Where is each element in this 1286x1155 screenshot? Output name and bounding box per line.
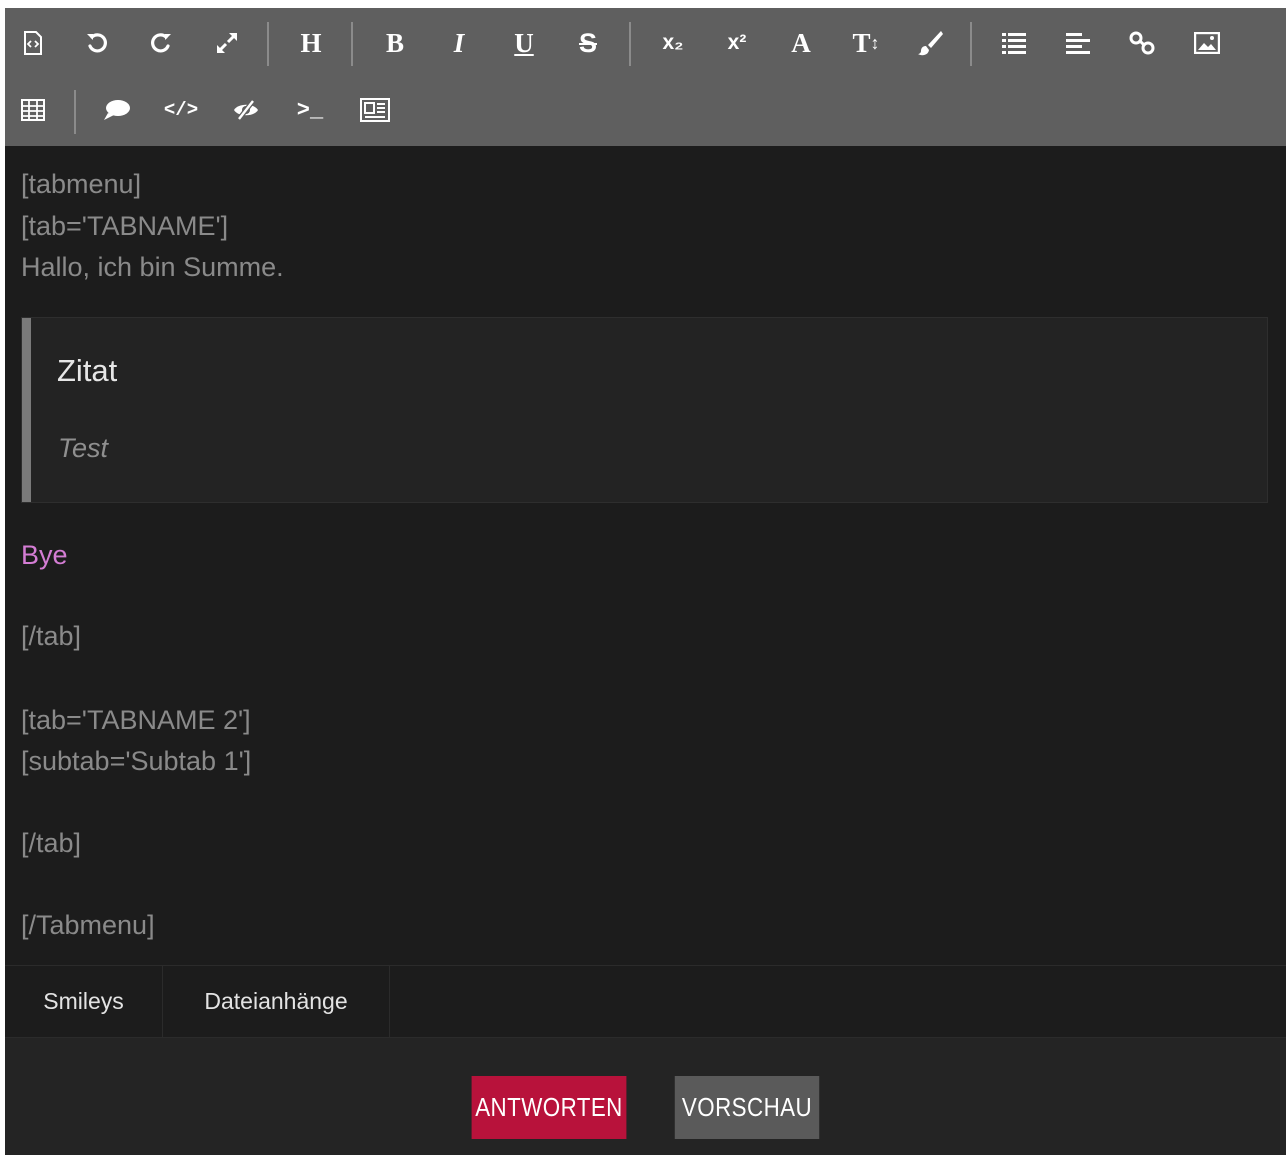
preview-button[interactable]: VORSCHAU [674, 1076, 820, 1139]
superscript-icon[interactable]: x² [717, 23, 757, 63]
image-icon[interactable] [1187, 23, 1227, 63]
align-icon[interactable] [1058, 23, 1098, 63]
content-line: [subtab='Subtab 1'] [21, 746, 252, 776]
content-line-bye: Bye [21, 540, 68, 570]
undo-icon[interactable] [77, 23, 117, 63]
subscript-icon[interactable]: x₂ [653, 23, 693, 63]
editor-content[interactable]: [tabmenu] [tab='TABNAME'] Hallo, ich bin… [5, 146, 1286, 965]
form-actions: ANTWORTEN VORSCHAU [5, 1038, 1286, 1155]
link-icon[interactable] [1122, 23, 1162, 63]
reply-button[interactable]: ANTWORTEN [471, 1076, 627, 1139]
strikethrough-icon[interactable]: S [568, 23, 608, 63]
editor-toolbar: H B I U S x₂ x² A T ↕ </> >_ [5, 8, 1286, 146]
table-icon[interactable] [13, 90, 53, 130]
toolbar-separator [970, 22, 972, 66]
heading-icon[interactable]: H [291, 23, 331, 63]
color-brush-icon[interactable] [910, 23, 950, 63]
content-line: [/Tabmenu] [21, 910, 155, 940]
toolbar-separator [629, 22, 631, 66]
quote-bubble-icon[interactable] [97, 90, 137, 130]
editor-tabs: Smileys Dateianhänge [5, 965, 1286, 1038]
content-line: [/tab] [21, 621, 82, 651]
spoiler-icon[interactable] [226, 90, 266, 130]
blockquote-title: Zitat [57, 353, 118, 388]
blockquote: Zitat Test [21, 317, 1268, 503]
underline-icon[interactable]: U [504, 23, 544, 63]
source-code-icon[interactable] [13, 23, 53, 63]
code-icon[interactable]: </> [161, 90, 201, 130]
editor: H B I U S x₂ x² A T ↕ </> >_ [tabmenu] [… [5, 8, 1286, 1155]
tab-smileys[interactable]: Smileys [5, 966, 163, 1037]
content-line: [/tab] [21, 828, 82, 858]
italic-icon[interactable]: I [439, 23, 479, 63]
fullscreen-icon[interactable] [207, 23, 247, 63]
content-line: Hallo, ich bin Summe. [21, 252, 284, 282]
media-icon[interactable] [355, 90, 395, 130]
content-line: [tab='TABNAME 2'] [21, 705, 251, 735]
font-icon[interactable]: A [781, 23, 821, 63]
tab-attachments[interactable]: Dateianhänge [163, 966, 390, 1037]
bold-icon[interactable]: B [375, 23, 415, 63]
toolbar-separator [267, 22, 269, 66]
blockquote-bar [22, 318, 31, 502]
content-line: [tab='TABNAME'] [21, 211, 229, 241]
terminal-icon[interactable]: >_ [290, 90, 330, 130]
list-icon[interactable] [994, 23, 1034, 63]
toolbar-separator [351, 22, 353, 66]
toolbar-separator [74, 90, 76, 134]
blockquote-body: Test [58, 433, 109, 463]
redo-icon[interactable] [141, 23, 181, 63]
font-size-icon[interactable]: T ↕ [846, 23, 886, 63]
content-line: [tabmenu] [21, 169, 142, 199]
